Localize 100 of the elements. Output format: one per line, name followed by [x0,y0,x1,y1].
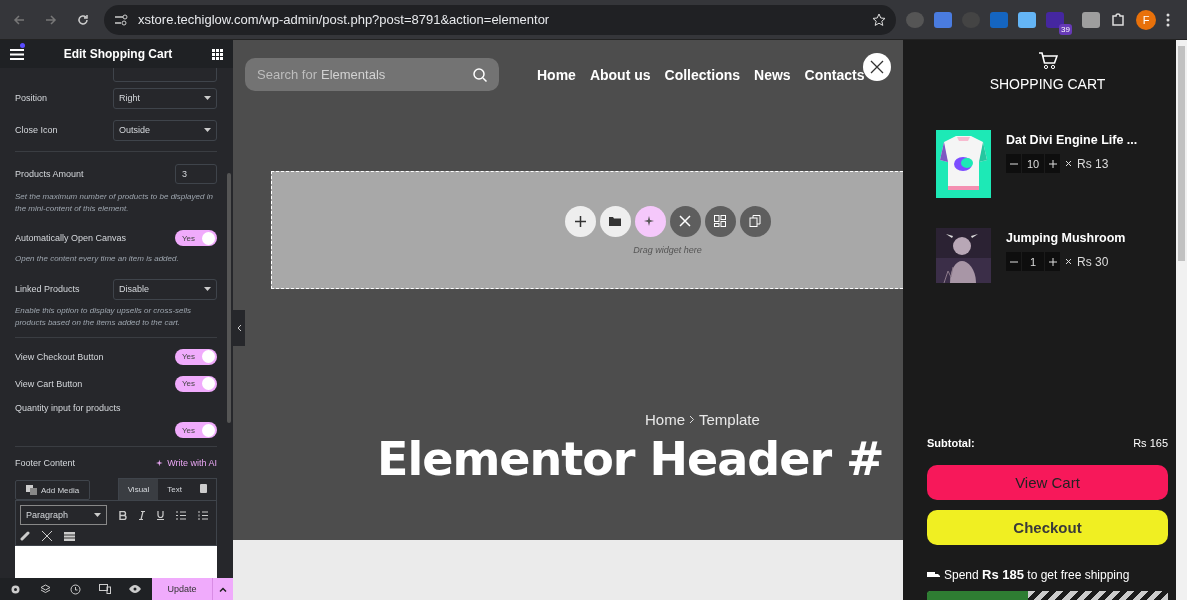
search-icon[interactable] [473,67,487,82]
minus-button[interactable] [1006,252,1021,271]
product-name[interactable]: Dat Divi Engine Life ... [1006,133,1138,147]
nav-link[interactable]: About us [589,66,651,83]
subtotal-label: Subtotal: [927,437,975,449]
responsive-icon[interactable] [99,584,111,594]
scrollbar[interactable] [227,173,231,423]
screen-icon[interactable] [1018,11,1036,28]
help-text: Set the maximum number of products to be displayed in the mini-content of this element. [15,191,214,215]
breadcrumb-current: Template [699,411,760,428]
product-price: Rs 30 [1077,254,1109,269]
count-badge: 39 [1059,23,1072,35]
editor-tab[interactable]: Visual [118,479,159,500]
product-name[interactable]: Jumping Mushroom [1006,231,1126,245]
select-field[interactable]: Disable [113,278,217,300]
minus-button[interactable] [1006,154,1021,173]
shield-icon[interactable] [1082,11,1100,28]
add-button[interactable] [564,205,596,237]
puzzle-icon[interactable] [1110,11,1126,28]
address-bar[interactable]: xstore.techiglow.com/wp-admin/post.php?post=8791&action=elementor [104,4,896,35]
minus-icon [1009,260,1018,263]
nav-link[interactable]: Home [537,66,576,83]
more-icon[interactable] [1166,12,1170,27]
help-text: Open the content every time an item is added. [15,253,180,265]
write-with-ai-link[interactable]: Write with AI [167,458,217,468]
cart-title: SHOPPING CART [988,76,1107,92]
search-hint-word: Elementals [321,67,387,82]
caret-icon [219,586,227,592]
setting-label: Position [15,93,48,103]
dropdown-caret-icon [94,513,101,517]
select-field[interactable]: Right [113,87,217,109]
toggle-switch[interactable]: Yes [175,375,217,392]
format-select[interactable]: Paragraph [20,505,107,525]
numbered-list-icon[interactable] [198,510,208,520]
toggle-switch[interactable]: Yes [175,230,217,246]
bold-icon[interactable] [119,510,127,520]
quantity-field[interactable]: 10 [1022,154,1044,173]
grid-icon[interactable] [212,48,223,60]
plus-button[interactable] [1045,252,1060,271]
setting-label: Close Icon [15,125,58,135]
select-field[interactable]: Outside [113,119,217,141]
dropdown-caret-icon [204,128,211,132]
update-button[interactable]: Update [152,578,212,600]
link-icon[interactable] [20,531,30,541]
copy-icon [749,215,761,227]
shipping-note: Spend Rs 185 to get free shipping [944,567,1130,582]
menu-icon[interactable] [10,48,24,60]
url-text: xstore.techiglow.com/wp-admin/post.php?post=8791&action=elementor [138,12,551,27]
settings-icon[interactable] [9,583,21,595]
editor-tab[interactable]: Text [158,479,191,500]
history-icon[interactable] [69,583,81,595]
translate-icon[interactable] [934,11,952,28]
x-logo-button[interactable] [669,205,701,237]
product-price: Rs 13 [1077,156,1109,171]
subtotal-value: Rs 165 [1133,437,1168,449]
quantity-field[interactable]: 1 [1022,252,1044,271]
back-icon[interactable] [13,13,25,26]
star-icon[interactable] [872,12,886,27]
number-field[interactable]: 3 [175,164,217,184]
underline-icon[interactable] [157,510,164,520]
expand-button[interactable] [212,578,233,600]
site-settings-icon[interactable] [114,13,128,26]
folder-button[interactable] [599,205,631,237]
breadcrumb-link[interactable]: Home [645,411,685,428]
toggle-switch[interactable]: Yes [175,422,217,438]
italic-icon[interactable] [139,510,145,520]
layers-icon[interactable] [39,583,51,595]
minus-icon [1009,162,1018,165]
checkout-button[interactable]: Checkout [927,510,1168,545]
dropdown-caret-icon [204,96,211,100]
fullscreen-icon[interactable] [42,531,52,541]
toggle-switch[interactable]: Yes [175,348,217,365]
plus-icon [1048,159,1057,168]
setting-label: Footer Content [15,458,76,468]
chevron-icon [236,324,242,332]
template-button[interactable] [704,205,736,237]
nav-link[interactable]: Contacts [804,66,865,83]
reload-icon[interactable] [77,13,89,26]
chevron-icon [689,415,695,424]
drop-hint: Drag widget here [633,244,702,255]
plus-button[interactable] [1045,154,1060,173]
add-media-button[interactable]: Add Media [15,480,91,500]
x-icon [679,215,691,227]
toolbar-toggle-icon [200,484,207,493]
paste-button[interactable] [739,205,771,237]
nav-link[interactable]: News [754,66,791,83]
preview-icon[interactable] [129,585,141,593]
layout-icon [714,215,726,227]
setting-label: Linked Products [15,284,80,294]
setting-label: Products Amount [15,169,84,179]
view-cart-button[interactable]: View Cart [927,465,1168,500]
nav-link[interactable]: Collections [664,66,741,83]
scrollbar[interactable] [1176,40,1187,600]
panel-title: Edit Shopping Cart [63,47,173,61]
setting-label: View Cart Button [15,378,83,389]
truck-icon [927,570,940,579]
bullet-list-icon[interactable] [176,510,186,520]
help-text: Enable this option to display upsells or cross-sells products based on the items added to the cart. [15,305,193,329]
forward-icon[interactable] [45,13,57,26]
toolbar-icon[interactable] [64,531,75,541]
